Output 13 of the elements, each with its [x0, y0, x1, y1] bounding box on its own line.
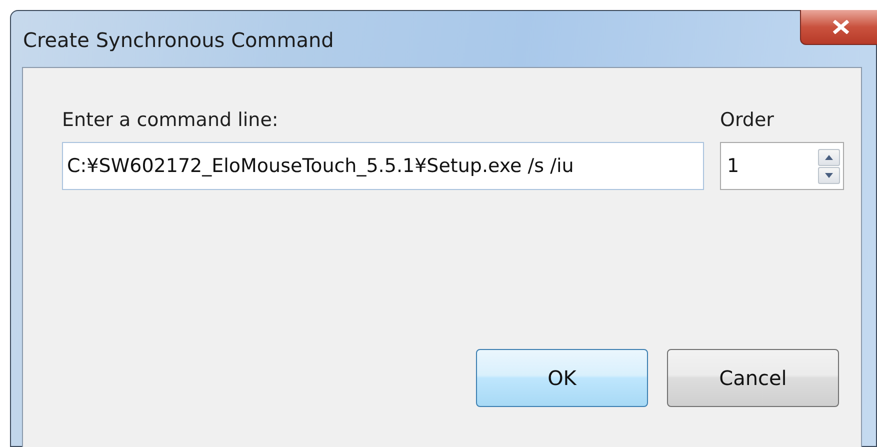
decrement-button[interactable]: [818, 166, 840, 184]
order-label: Order: [720, 108, 775, 132]
close-icon: [832, 20, 850, 34]
down-arrow-icon: [825, 172, 833, 178]
up-arrow-icon: [825, 154, 833, 160]
command-line-label: Enter a command line:: [62, 108, 280, 132]
ok-button[interactable]: OK: [476, 349, 648, 407]
window-title: Create Synchronous Command: [22, 28, 334, 52]
order-spinner[interactable]: 1: [720, 142, 844, 190]
increment-button[interactable]: [818, 148, 840, 166]
close-button[interactable]: [800, 10, 877, 45]
command-line-field[interactable]: C:¥SW602172_EloMouseTouch_5.5.1¥Setup.exe /s /iu: [62, 142, 704, 190]
cancel-button[interactable]: Cancel: [667, 349, 839, 407]
